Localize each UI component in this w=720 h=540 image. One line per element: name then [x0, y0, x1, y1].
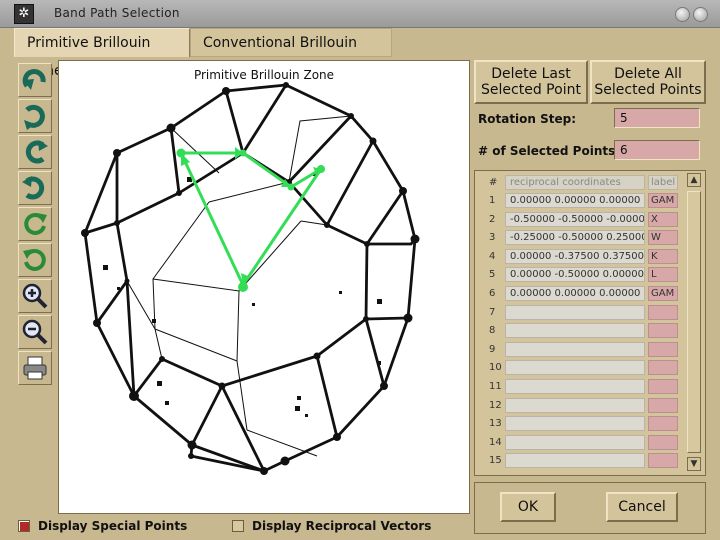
point-label-cell[interactable]: X	[648, 211, 678, 227]
maximize-button[interactable]	[693, 7, 708, 22]
brillouin-zone-canvas[interactable]: Primitive Brillouin Zone	[58, 60, 470, 514]
scroll-thumb[interactable]	[687, 191, 701, 453]
reciprocal-coordinates-cell[interactable]	[505, 304, 645, 320]
window-title: Band Path Selection	[54, 6, 180, 20]
row-number: 3	[487, 230, 501, 246]
row-number: 15	[487, 453, 502, 469]
zoom-out-button[interactable]	[18, 315, 52, 349]
row-number: 10	[487, 360, 502, 376]
reciprocal-coordinates-cell[interactable]: 0.00000 0.00000 0.00000	[505, 286, 645, 301]
point-label-cell[interactable]	[648, 379, 678, 394]
row-number: 11	[487, 379, 502, 394]
point-label-cell[interactable]: GAM	[648, 193, 678, 208]
delete-last-button[interactable]: Delete Last Selected Point	[474, 60, 588, 104]
reciprocal-coordinates-cell[interactable]: -0.25000 -0.50000 0.25000	[505, 230, 645, 246]
reciprocal-coordinates-cell[interactable]: -0.50000 -0.50000 -0.00000	[505, 211, 645, 227]
reciprocal-coordinates-cell[interactable]	[505, 434, 645, 450]
zoom-in-icon	[22, 283, 48, 309]
selected-points-label: # of Selected Points:	[478, 144, 621, 158]
point-label-cell[interactable]: L	[648, 267, 678, 283]
row-number: 1	[487, 193, 501, 208]
row-number: 5	[487, 267, 501, 283]
rotation-step-label: Rotation Step:	[478, 112, 577, 126]
display-special-points-checkbox[interactable]	[18, 520, 30, 532]
tab-conventional-brillouin-zone[interactable]: Conventional Brillouin Zone	[190, 28, 392, 79]
row-number: 7	[487, 304, 501, 320]
rotate-counterclockwise-button[interactable]	[18, 243, 52, 277]
print-icon	[23, 356, 47, 380]
point-label-cell[interactable]: K	[648, 248, 678, 264]
point-label-cell[interactable]: GAM	[648, 286, 678, 301]
rotation-step-input[interactable]: 5	[614, 108, 700, 128]
row-number: 14	[487, 434, 502, 450]
rotate-up-left-button[interactable]	[18, 63, 52, 97]
point-label-cell[interactable]	[648, 323, 678, 339]
rotate-left-button[interactable]	[18, 135, 52, 169]
reciprocal-coordinates-cell[interactable]	[505, 379, 645, 394]
rotate-up-left-icon	[22, 69, 46, 90]
print-button[interactable]	[18, 351, 52, 385]
scroll-up-icon[interactable]: ▲	[687, 173, 701, 187]
row-number: 13	[487, 416, 502, 432]
view-toolbar	[18, 63, 54, 387]
row-number: 6	[487, 286, 501, 301]
rotate-clockwise-button[interactable]	[18, 207, 52, 241]
rotate-right-button[interactable]	[18, 171, 52, 205]
display-special-points-label: Display Special Points	[38, 519, 188, 533]
delete-all-button[interactable]: Delete All Selected Points	[590, 60, 706, 104]
point-label-cell[interactable]	[648, 453, 678, 469]
tab-primitive-brillouin-zone[interactable]: Primitive Brillouin Zone	[14, 28, 190, 79]
selected-points-row: # of Selected Points: 6	[474, 138, 706, 164]
selected-points-count[interactable]: 6	[614, 140, 700, 160]
display-reciprocal-vectors-label: Display Reciprocal Vectors	[252, 519, 432, 533]
row-number: 4	[487, 248, 501, 264]
reciprocal-coordinates-cell[interactable]: 0.00000 -0.37500 0.37500	[505, 248, 645, 264]
scroll-down-icon[interactable]: ▼	[687, 457, 701, 471]
tab-bar: Primitive Brillouin Zone Conventional Br…	[0, 28, 720, 79]
rotate-down-icon	[24, 104, 45, 130]
zoom-in-button[interactable]	[18, 279, 52, 313]
display-reciprocal-vectors-toggle[interactable]: Display Reciprocal Vectors	[232, 516, 431, 536]
point-label-cell[interactable]	[648, 434, 678, 450]
point-label-cell[interactable]	[648, 341, 678, 357]
point-label-cell[interactable]: W	[648, 230, 678, 246]
header-label: label	[648, 175, 678, 190]
rotate-down-button[interactable]	[18, 99, 52, 133]
point-label-cell[interactable]	[648, 360, 678, 376]
rotate-right-icon	[22, 176, 45, 200]
row-number: 2	[487, 211, 501, 227]
reciprocal-coordinates-cell[interactable]: 0.00000 0.00000 0.00000	[505, 193, 645, 208]
rotate-clockwise-icon	[24, 212, 47, 235]
reciprocal-coordinates-cell[interactable]: 0.00000 -0.50000 0.00000	[505, 267, 645, 283]
title-bar[interactable]: ✲ Band Path Selection	[0, 0, 720, 28]
header-reciprocal-coordinates: reciprocal coordinates	[505, 175, 645, 190]
point-label-cell[interactable]	[648, 416, 678, 432]
reciprocal-coordinates-cell[interactable]	[505, 416, 645, 432]
rotate-counterclockwise-icon	[23, 248, 46, 271]
point-label-cell[interactable]	[648, 397, 678, 413]
zoom-out-icon	[22, 319, 48, 345]
points-table: # reciprocal coordinates label 1 0.00000 …	[474, 170, 706, 476]
rotation-step-row: Rotation Step: 5	[474, 106, 706, 132]
rotate-left-icon	[25, 140, 48, 164]
reciprocal-coordinates-cell[interactable]	[505, 397, 645, 413]
reciprocal-coordinates-cell[interactable]	[505, 360, 645, 376]
row-number: 12	[487, 397, 502, 413]
table-scrollbar[interactable]: ▲ ▼	[685, 173, 703, 473]
display-reciprocal-vectors-checkbox[interactable]	[232, 520, 244, 532]
reciprocal-coordinates-cell[interactable]	[505, 341, 645, 357]
point-label-cell[interactable]	[648, 304, 678, 320]
reciprocal-coordinates-cell[interactable]	[505, 323, 645, 339]
ok-button[interactable]: OK	[500, 492, 556, 522]
display-special-points-toggle[interactable]: Display Special Points	[18, 516, 187, 536]
row-number: 9	[487, 341, 501, 357]
brillouin-zone-drawing[interactable]	[59, 61, 469, 513]
header-num: #	[487, 175, 501, 190]
minimize-button[interactable]	[675, 7, 690, 22]
reciprocal-coordinates-cell[interactable]	[505, 453, 645, 469]
row-number: 8	[487, 323, 501, 339]
gear-icon[interactable]: ✲	[14, 4, 34, 24]
cancel-button[interactable]: Cancel	[606, 492, 678, 522]
